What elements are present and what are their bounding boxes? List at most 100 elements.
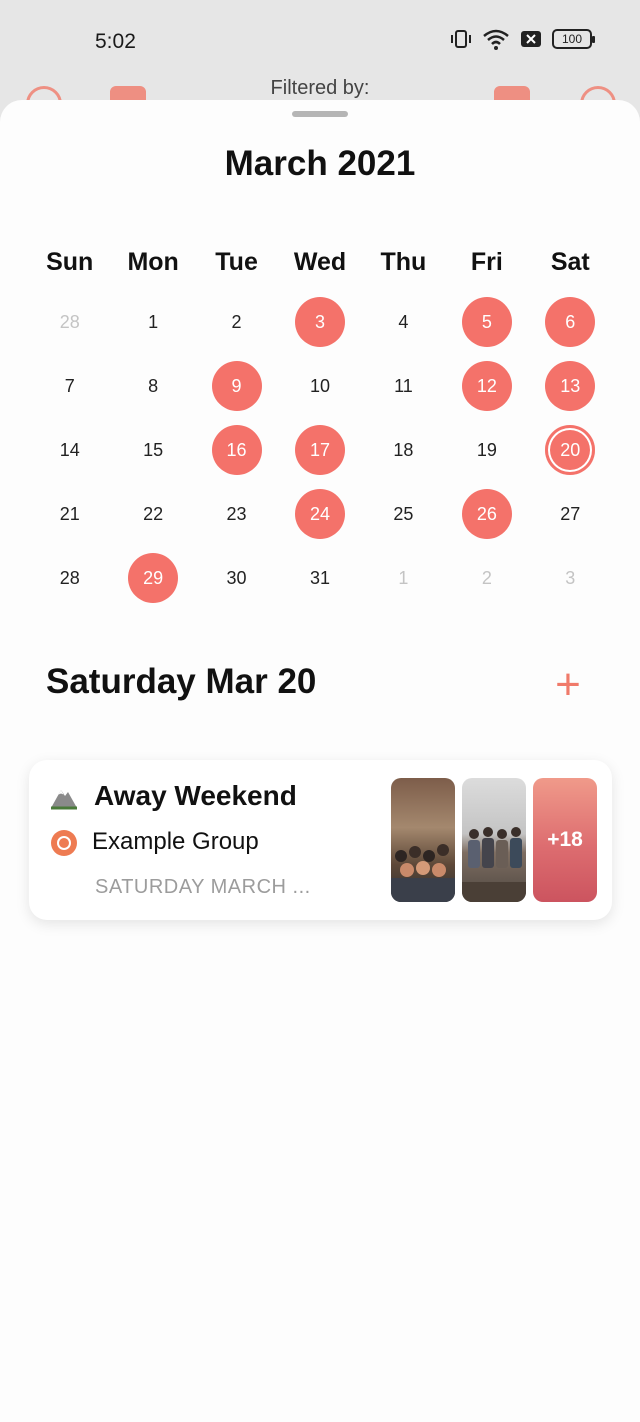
calendar-day[interactable]: 6 — [529, 290, 612, 354]
calendar-day[interactable]: 21 — [28, 482, 111, 546]
calendar-day-number: 8 — [148, 375, 159, 396]
calendar-day[interactable]: 10 — [278, 354, 361, 418]
calendar-day[interactable]: 18 — [362, 418, 445, 482]
calendar-day[interactable]: 20 — [529, 418, 612, 482]
calendar-day[interactable]: 7 — [28, 354, 111, 418]
calendar-day-number: 9 — [211, 361, 262, 411]
calendar-day-number: 22 — [143, 503, 164, 524]
calendar-day[interactable]: 3 — [278, 290, 361, 354]
weekday-label: Wed — [293, 248, 347, 276]
calendar-day-number: 28 — [59, 567, 80, 588]
calendar-day-number: 11 — [394, 375, 413, 396]
weekday-label: Tue — [215, 248, 258, 276]
calendar-day-number: 12 — [461, 361, 512, 411]
calendar-day[interactable]: 4 — [362, 290, 445, 354]
group-icon — [51, 830, 77, 856]
calendar-day-number: 23 — [226, 503, 247, 524]
calendar-day-number: 6 — [545, 297, 596, 347]
weekday-label: Sat — [550, 248, 590, 276]
calendar-day[interactable]: 30 — [195, 546, 278, 610]
calendar-day[interactable]: 11 — [362, 354, 445, 418]
weekday-label: Fri — [470, 248, 503, 276]
calendar-day: 2 — [445, 546, 528, 610]
calendar-day-number: 16 — [211, 425, 262, 475]
calendar-day-number: 28 — [59, 311, 80, 332]
calendar-day: 3 — [529, 546, 612, 610]
calendar-day[interactable]: 28 — [28, 546, 111, 610]
calendar-day: 1 — [362, 546, 445, 610]
vibrate-icon — [451, 30, 471, 48]
calendar-day-number: 30 — [226, 567, 247, 588]
calendar-day-number: 4 — [398, 311, 409, 332]
calendar-day-number: 15 — [143, 439, 164, 460]
calendar-day[interactable]: 5 — [445, 290, 528, 354]
calendar-day[interactable]: 14 — [28, 418, 111, 482]
calendar-day-number: 14 — [59, 439, 80, 460]
calendar-day[interactable]: 19 — [445, 418, 528, 482]
calendar-day-number: 13 — [545, 361, 596, 411]
wifi-icon — [483, 29, 509, 50]
status-icons: 100 — [450, 28, 595, 50]
calendar-day[interactable]: 26 — [445, 482, 528, 546]
calendar-day[interactable]: 1 — [111, 290, 194, 354]
no-sim-icon — [521, 31, 541, 47]
weekday-label: Sun — [46, 248, 94, 276]
calendar-day-number: 10 — [309, 375, 330, 396]
calendar-day[interactable]: 27 — [529, 482, 612, 546]
status-time: 5:02 — [95, 30, 136, 53]
more-photos-count: +18 — [547, 828, 583, 851]
selected-day-header: Saturday Mar 20 — [46, 662, 317, 701]
calendar-day-number: 18 — [393, 439, 414, 460]
calendar-day[interactable]: 31 — [278, 546, 361, 610]
mountain-icon — [51, 790, 77, 810]
calendar-day[interactable]: 15 — [111, 418, 194, 482]
calendar-day-number: 2 — [231, 311, 242, 332]
calendar-day-number: 7 — [64, 375, 75, 396]
event-date: SATURDAY MARCH ... — [95, 876, 311, 898]
calendar-day-number: 25 — [393, 503, 414, 524]
calendar-day-number: 27 — [560, 503, 581, 524]
calendar-day[interactable]: 22 — [111, 482, 194, 546]
calendar-day[interactable]: 24 — [278, 482, 361, 546]
more-photos-thumbnail[interactable]: +18 — [533, 778, 597, 902]
calendar-day-number: 19 — [476, 439, 497, 460]
month-title: March 2021 — [224, 144, 416, 183]
calendar-day[interactable]: 16 — [195, 418, 278, 482]
calendar-day[interactable]: 25 — [362, 482, 445, 546]
event-photo-thumbnail[interactable] — [391, 778, 455, 902]
calendar-day-number: 3 — [565, 567, 576, 588]
calendar-day-number: 5 — [461, 297, 512, 347]
calendar-day-number: 24 — [294, 489, 345, 539]
filtered-label: Filtered by: — [270, 77, 370, 99]
battery-indicator: 100 — [552, 29, 595, 49]
calendar-day[interactable]: 2 — [195, 290, 278, 354]
calendar-day[interactable]: 9 — [195, 354, 278, 418]
add-event-button[interactable]: + — [548, 663, 588, 707]
calendar-day[interactable]: 12 — [445, 354, 528, 418]
calendar-day[interactable]: 17 — [278, 418, 361, 482]
calendar-day[interactable]: 13 — [529, 354, 612, 418]
weekday-header: Sun Mon Tue Wed Thu Fri Sat — [28, 248, 612, 277]
event-group-name: Example Group — [92, 828, 259, 855]
calendar-day[interactable]: 29 — [111, 546, 194, 610]
calendar-sheet: March 2021 Sun Mon Tue Wed Thu Fri Sat 2… — [0, 100, 640, 1422]
calendar-day[interactable]: 23 — [195, 482, 278, 546]
calendar-day-number: 31 — [309, 567, 330, 588]
event-card[interactable]: Away Weekend Example Group SATURDAY MARC… — [29, 760, 612, 920]
event-photo-thumbnail[interactable] — [462, 778, 526, 902]
status-bar: 5:02 100 — [0, 0, 640, 80]
weekday-label: Mon — [127, 248, 179, 276]
calendar-day-number: 26 — [461, 489, 512, 539]
calendar-day[interactable]: 8 — [111, 354, 194, 418]
calendar-day: 28 — [28, 290, 111, 354]
calendar-day-number: 20 — [545, 425, 596, 475]
calendar-day-number: 29 — [128, 553, 179, 603]
calendar-day-number: 3 — [294, 297, 345, 347]
calendar-day-number: 17 — [294, 425, 345, 475]
weekday-label: Thu — [380, 248, 427, 276]
calendar-day-number: 1 — [148, 311, 159, 332]
calendar-days-grid: 28 1 2 3 4 5 6 7 8 9 10 11 12 13 14 15 16 17 18 19 20 21 22 23 2… — [28, 290, 612, 610]
calendar-day-number: 1 — [398, 567, 409, 588]
event-title: Away Weekend — [94, 780, 297, 811]
sheet-drag-handle[interactable] — [292, 111, 348, 117]
